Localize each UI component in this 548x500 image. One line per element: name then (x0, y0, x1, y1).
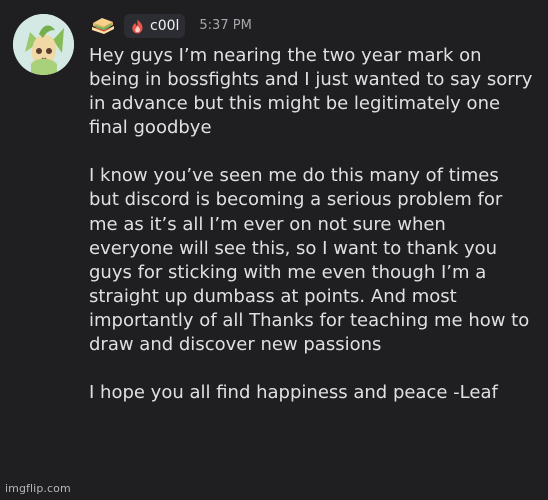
chat-message: c00l 5:37 PM Hey guys I’m nearing the tw… (0, 0, 548, 500)
username-tag[interactable]: c00l (124, 14, 186, 38)
message-header: c00l 5:37 PM (90, 14, 252, 38)
sandwich-icon (90, 16, 116, 36)
message-paragraph-3: I hope you all find happiness and peace … (89, 382, 498, 404)
user-avatar[interactable] (13, 14, 74, 75)
leafeon-avatar-icon (13, 14, 74, 75)
message-paragraph-2: I know you’ve seen me do this many of ti… (89, 165, 530, 356)
author-name[interactable]: c00l (150, 14, 179, 38)
flame-icon (129, 18, 146, 35)
message-timestamp: 5:37 PM (199, 18, 252, 33)
message-paragraph-1: Hey guys I’m nearing the two year mark o… (89, 45, 533, 139)
message-body: Hey guys I’m nearing the two year mark o… (89, 44, 534, 405)
watermark: imgflip.com (5, 482, 71, 495)
